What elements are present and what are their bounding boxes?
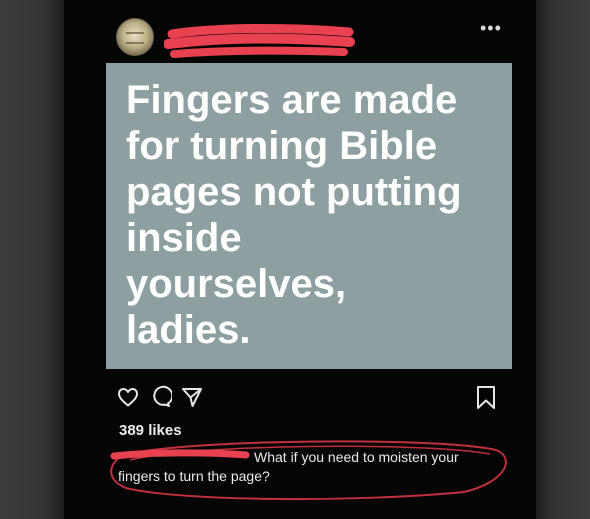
background-left <box>0 0 64 519</box>
heart-icon[interactable] <box>116 385 140 409</box>
avatar[interactable] <box>116 18 154 56</box>
background-right <box>536 0 590 519</box>
comment-text-line-1: What if you need to moisten your <box>254 449 459 465</box>
send-icon[interactable] <box>180 385 204 409</box>
post-image-text: Fingers are made for turning Bible pages… <box>126 78 462 352</box>
comment-line-1: What if you need to moisten your <box>118 448 498 467</box>
post-screen: ••• Fingers are made for turning Bible p… <box>64 0 536 519</box>
username-redaction <box>164 24 355 58</box>
post-image: Fingers are made for turning Bible pages… <box>106 63 512 369</box>
bookmark-icon[interactable] <box>474 385 498 411</box>
comment-text-line-2: fingers to turn the page? <box>118 468 270 484</box>
comment: What if you need to moisten your fingers… <box>118 448 498 486</box>
post-actions <box>116 385 498 411</box>
comment-icon[interactable] <box>148 385 172 409</box>
more-icon[interactable]: ••• <box>480 19 502 37</box>
